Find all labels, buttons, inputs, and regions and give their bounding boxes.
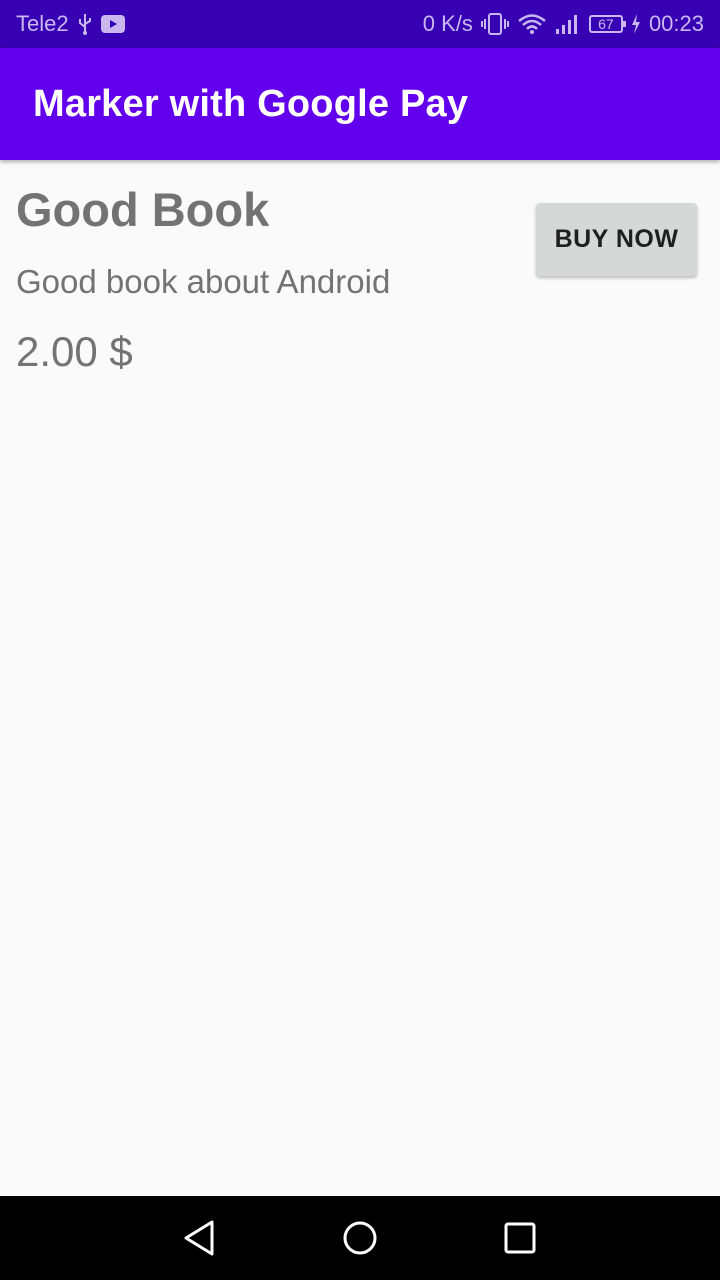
buy-now-button[interactable]: BUY NOW [536, 203, 697, 276]
battery-icon: 67 [588, 15, 626, 33]
charging-icon [631, 14, 641, 34]
app-bar: Marker with Google Pay [0, 48, 720, 160]
screen: Tele2 0 K/s 67 00:23 Marker with Google … [0, 0, 720, 1280]
vibrate-icon [480, 13, 509, 35]
navigation-bar [0, 1196, 720, 1280]
product-title: Good Book [16, 183, 270, 236]
carrier-label: Tele2 [16, 11, 69, 36]
recents-icon[interactable] [500, 1218, 540, 1258]
net-speed-label: 0 K/s [422, 11, 473, 36]
usb-icon [77, 13, 93, 35]
status-bar: Tele2 0 K/s 67 00:23 [0, 0, 720, 48]
product-description: Good book about Android [16, 263, 391, 300]
app-title: Marker with Google Pay [33, 82, 469, 125]
product-price: 2.00 $ [16, 328, 133, 375]
youtube-icon [100, 15, 125, 33]
clock-label: 00:23 [648, 11, 704, 36]
home-icon[interactable] [340, 1218, 380, 1258]
wifi-icon [517, 13, 547, 35]
signal-icon [555, 13, 581, 35]
back-icon[interactable] [180, 1218, 220, 1258]
